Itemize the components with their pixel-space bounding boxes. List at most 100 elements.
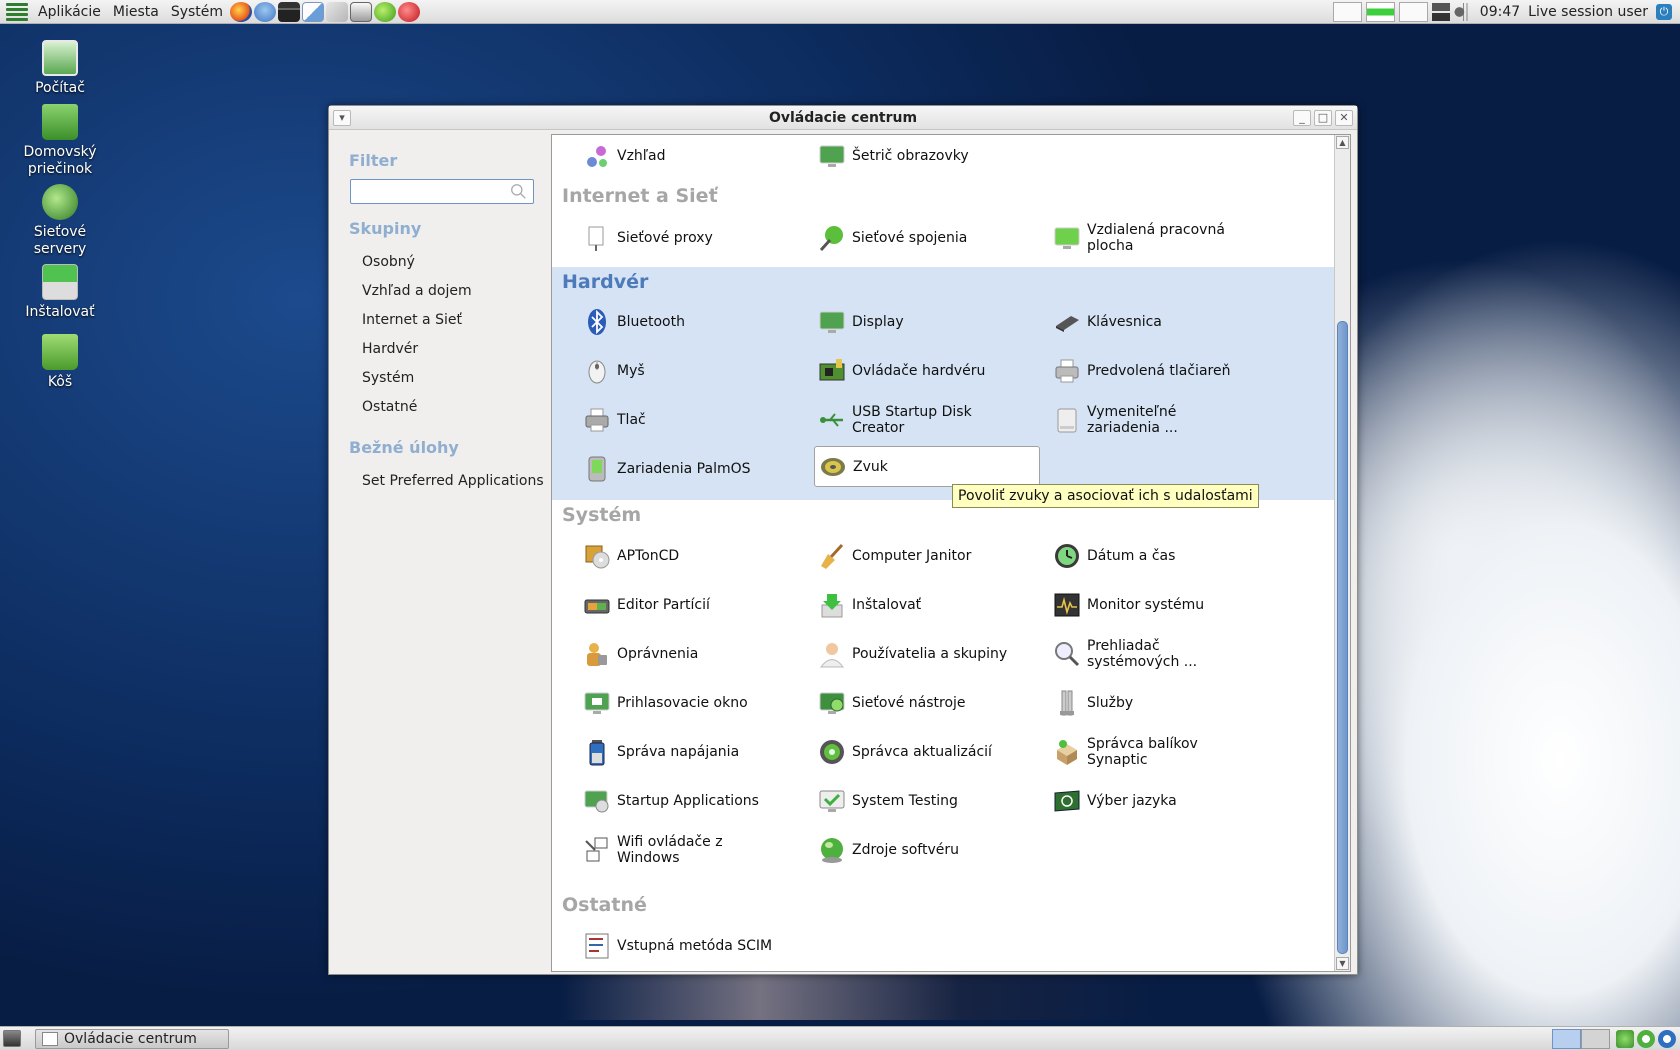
chat-launcher-icon[interactable] xyxy=(254,1,277,22)
item-printing[interactable]: Tlač xyxy=(552,401,777,439)
content-scrollbar[interactable]: ▲ ▼ xyxy=(1334,135,1350,971)
item-network-tools[interactable]: Sieťové nástroje xyxy=(787,684,1012,722)
item-remote-desktop[interactable]: Vzdialená pracovná plocha xyxy=(1022,219,1247,257)
item-label: Bluetooth xyxy=(617,314,685,330)
minimize-button[interactable]: _ xyxy=(1293,110,1311,126)
item-services[interactable]: Služby xyxy=(1022,684,1247,722)
item-hardware-drivers[interactable]: Ovládače hardvéru xyxy=(787,352,1012,390)
desktop-icon-trash[interactable]: Kôš xyxy=(10,334,110,391)
network-connections-icon xyxy=(817,223,847,253)
sync-applet-icon[interactable] xyxy=(1637,1030,1655,1048)
item-display[interactable]: Display xyxy=(787,303,1012,341)
item-language-support[interactable]: Výber jazyka xyxy=(1022,782,1247,820)
item-usb-startup-disk-creator[interactable]: USB Startup Disk Creator xyxy=(787,401,1012,439)
taskbar-window-button[interactable]: Ovládacie centrum xyxy=(35,1029,229,1049)
power-applet-icon[interactable] xyxy=(1658,1030,1676,1048)
desktop-icon-network[interactable]: Sieťové servery xyxy=(10,184,110,258)
item-bluetooth[interactable]: Bluetooth xyxy=(552,303,777,341)
red-apple-launcher-icon[interactable] xyxy=(398,1,421,22)
item-aptoncd[interactable]: APTonCD xyxy=(552,537,777,575)
item-system-log-viewer[interactable]: Prehliadač systémových ... xyxy=(1022,635,1247,673)
item-label: Služby xyxy=(1087,695,1134,711)
memory-monitor-applet[interactable] xyxy=(1365,2,1395,22)
desktop-icon-computer[interactable]: Počítač xyxy=(10,40,110,97)
item-windows-wireless-drivers[interactable]: Wifi ovládače z Windows xyxy=(552,831,777,869)
main-menu-logo-icon[interactable] xyxy=(6,1,28,23)
item-screensaver[interactable]: Šetrič obrazovky xyxy=(787,137,1012,175)
item-label: Inštalovať xyxy=(852,597,922,613)
item-palmos-devices[interactable]: Zariadenia PalmOS xyxy=(552,450,777,488)
volume-icon[interactable] xyxy=(1453,3,1472,21)
item-system-monitor[interactable]: Monitor systému xyxy=(1022,586,1247,624)
group-personal[interactable]: Osobný xyxy=(329,248,551,277)
scrollbar-thumb[interactable] xyxy=(1337,321,1348,954)
window-menu-button[interactable]: ▾ xyxy=(333,110,351,126)
item-software-sources[interactable]: Zdroje softvéru xyxy=(787,831,1012,869)
item-partition-editor[interactable]: Editor Partícií xyxy=(552,586,777,624)
network-icon[interactable] xyxy=(1431,3,1450,21)
item-label: Sieťové nástroje xyxy=(852,695,966,711)
group-look-and-feel[interactable]: Vzhľad a dojem xyxy=(329,277,551,306)
group-hardware[interactable]: Hardvér xyxy=(329,335,551,364)
item-computer-janitor[interactable]: Computer Janitor xyxy=(787,537,1012,575)
item-login-window[interactable]: Prihlasovacie okno xyxy=(552,684,777,722)
item-install[interactable]: Inštalovať xyxy=(787,586,1012,624)
tools-launcher-icon[interactable] xyxy=(326,1,349,22)
text-editor-launcher-icon[interactable] xyxy=(302,1,325,22)
group-internet[interactable]: Internet a Sieť xyxy=(329,306,551,335)
section-other: Ostatné Vstupná metóda SCIM xyxy=(552,890,1335,971)
item-mouse[interactable]: Myš xyxy=(552,352,777,390)
mail-launcher-icon[interactable] xyxy=(350,1,373,22)
clock[interactable]: 09:47 xyxy=(1476,4,1524,20)
item-synaptic[interactable]: Správca balíkov Synaptic xyxy=(1022,733,1247,771)
desktop-icon-home[interactable]: Domovský priečinok xyxy=(10,104,110,178)
item-sound[interactable]: Zvuk xyxy=(814,446,1040,487)
maximize-button[interactable]: □ xyxy=(1314,110,1332,126)
workspace-1[interactable] xyxy=(1552,1029,1581,1049)
item-network-connections[interactable]: Sieťové spojenia xyxy=(787,219,1012,257)
window-titlebar[interactable]: ▾ Ovládacie centrum _ □ ✕ xyxy=(329,106,1357,130)
network-monitor-applet[interactable] xyxy=(1398,2,1428,22)
show-desktop-icon[interactable] xyxy=(3,1030,21,1047)
group-other[interactable]: Ostatné xyxy=(329,393,551,422)
filter-heading: Filter xyxy=(349,151,398,170)
firefox-launcher-icon[interactable] xyxy=(230,1,253,22)
scroll-up-arrow-icon[interactable]: ▲ xyxy=(1336,136,1349,149)
desktop-icon-label: Inštalovať xyxy=(25,304,95,320)
menu-places[interactable]: Miesta xyxy=(107,4,165,20)
login-window-icon xyxy=(582,688,612,718)
movie-launcher-icon[interactable] xyxy=(278,1,301,22)
scroll-down-arrow-icon[interactable]: ▼ xyxy=(1336,957,1349,970)
search-input[interactable] xyxy=(355,181,505,202)
item-scim-input-method[interactable]: Vstupná metóda SCIM xyxy=(552,927,777,965)
menu-system[interactable]: Systém xyxy=(165,4,229,20)
item-default-printer[interactable]: Predvolená tlačiareň xyxy=(1022,352,1247,390)
desktop-icon-install[interactable]: Inštalovať xyxy=(10,264,110,321)
item-date-time[interactable]: Dátum a čas xyxy=(1022,537,1247,575)
green-apple-launcher-icon[interactable] xyxy=(374,1,397,22)
user-menu[interactable]: Live session user xyxy=(1528,4,1652,20)
trash-applet-icon[interactable] xyxy=(1616,1030,1634,1048)
group-system[interactable]: Systém xyxy=(329,364,551,393)
battery-icon xyxy=(582,737,612,767)
item-users-groups[interactable]: Používatelia a skupiny xyxy=(787,635,1012,673)
item-update-manager[interactable]: Správca aktualizácií xyxy=(787,733,1012,771)
close-button[interactable]: ✕ xyxy=(1335,110,1353,126)
computer-icon xyxy=(42,40,78,76)
item-label: Computer Janitor xyxy=(852,548,972,564)
item-label: Používatelia a skupiny xyxy=(852,646,1008,662)
search-box[interactable] xyxy=(350,179,534,204)
item-keyboard[interactable]: Klávesnica xyxy=(1022,303,1247,341)
item-vzhlad[interactable]: Vzhľad xyxy=(552,137,777,175)
item-removable-devices[interactable]: Vymeniteľné zariadenia ... xyxy=(1022,401,1247,439)
item-system-testing[interactable]: System Testing xyxy=(787,782,1012,820)
item-power-management[interactable]: Správa napájania xyxy=(552,733,777,771)
workspace-2[interactable] xyxy=(1581,1029,1610,1049)
item-permissions[interactable]: Oprávnenia xyxy=(552,635,777,673)
task-set-preferred-applications[interactable]: Set Preferred Applications xyxy=(329,467,551,496)
item-startup-applications[interactable]: Startup Applications xyxy=(552,782,777,820)
menu-applications[interactable]: Aplikácie xyxy=(32,4,107,20)
power-icon[interactable]: ⏻ xyxy=(1656,4,1672,20)
cpu-monitor-applet[interactable] xyxy=(1332,2,1362,22)
item-network-proxy[interactable]: Sieťové proxy xyxy=(552,219,777,257)
